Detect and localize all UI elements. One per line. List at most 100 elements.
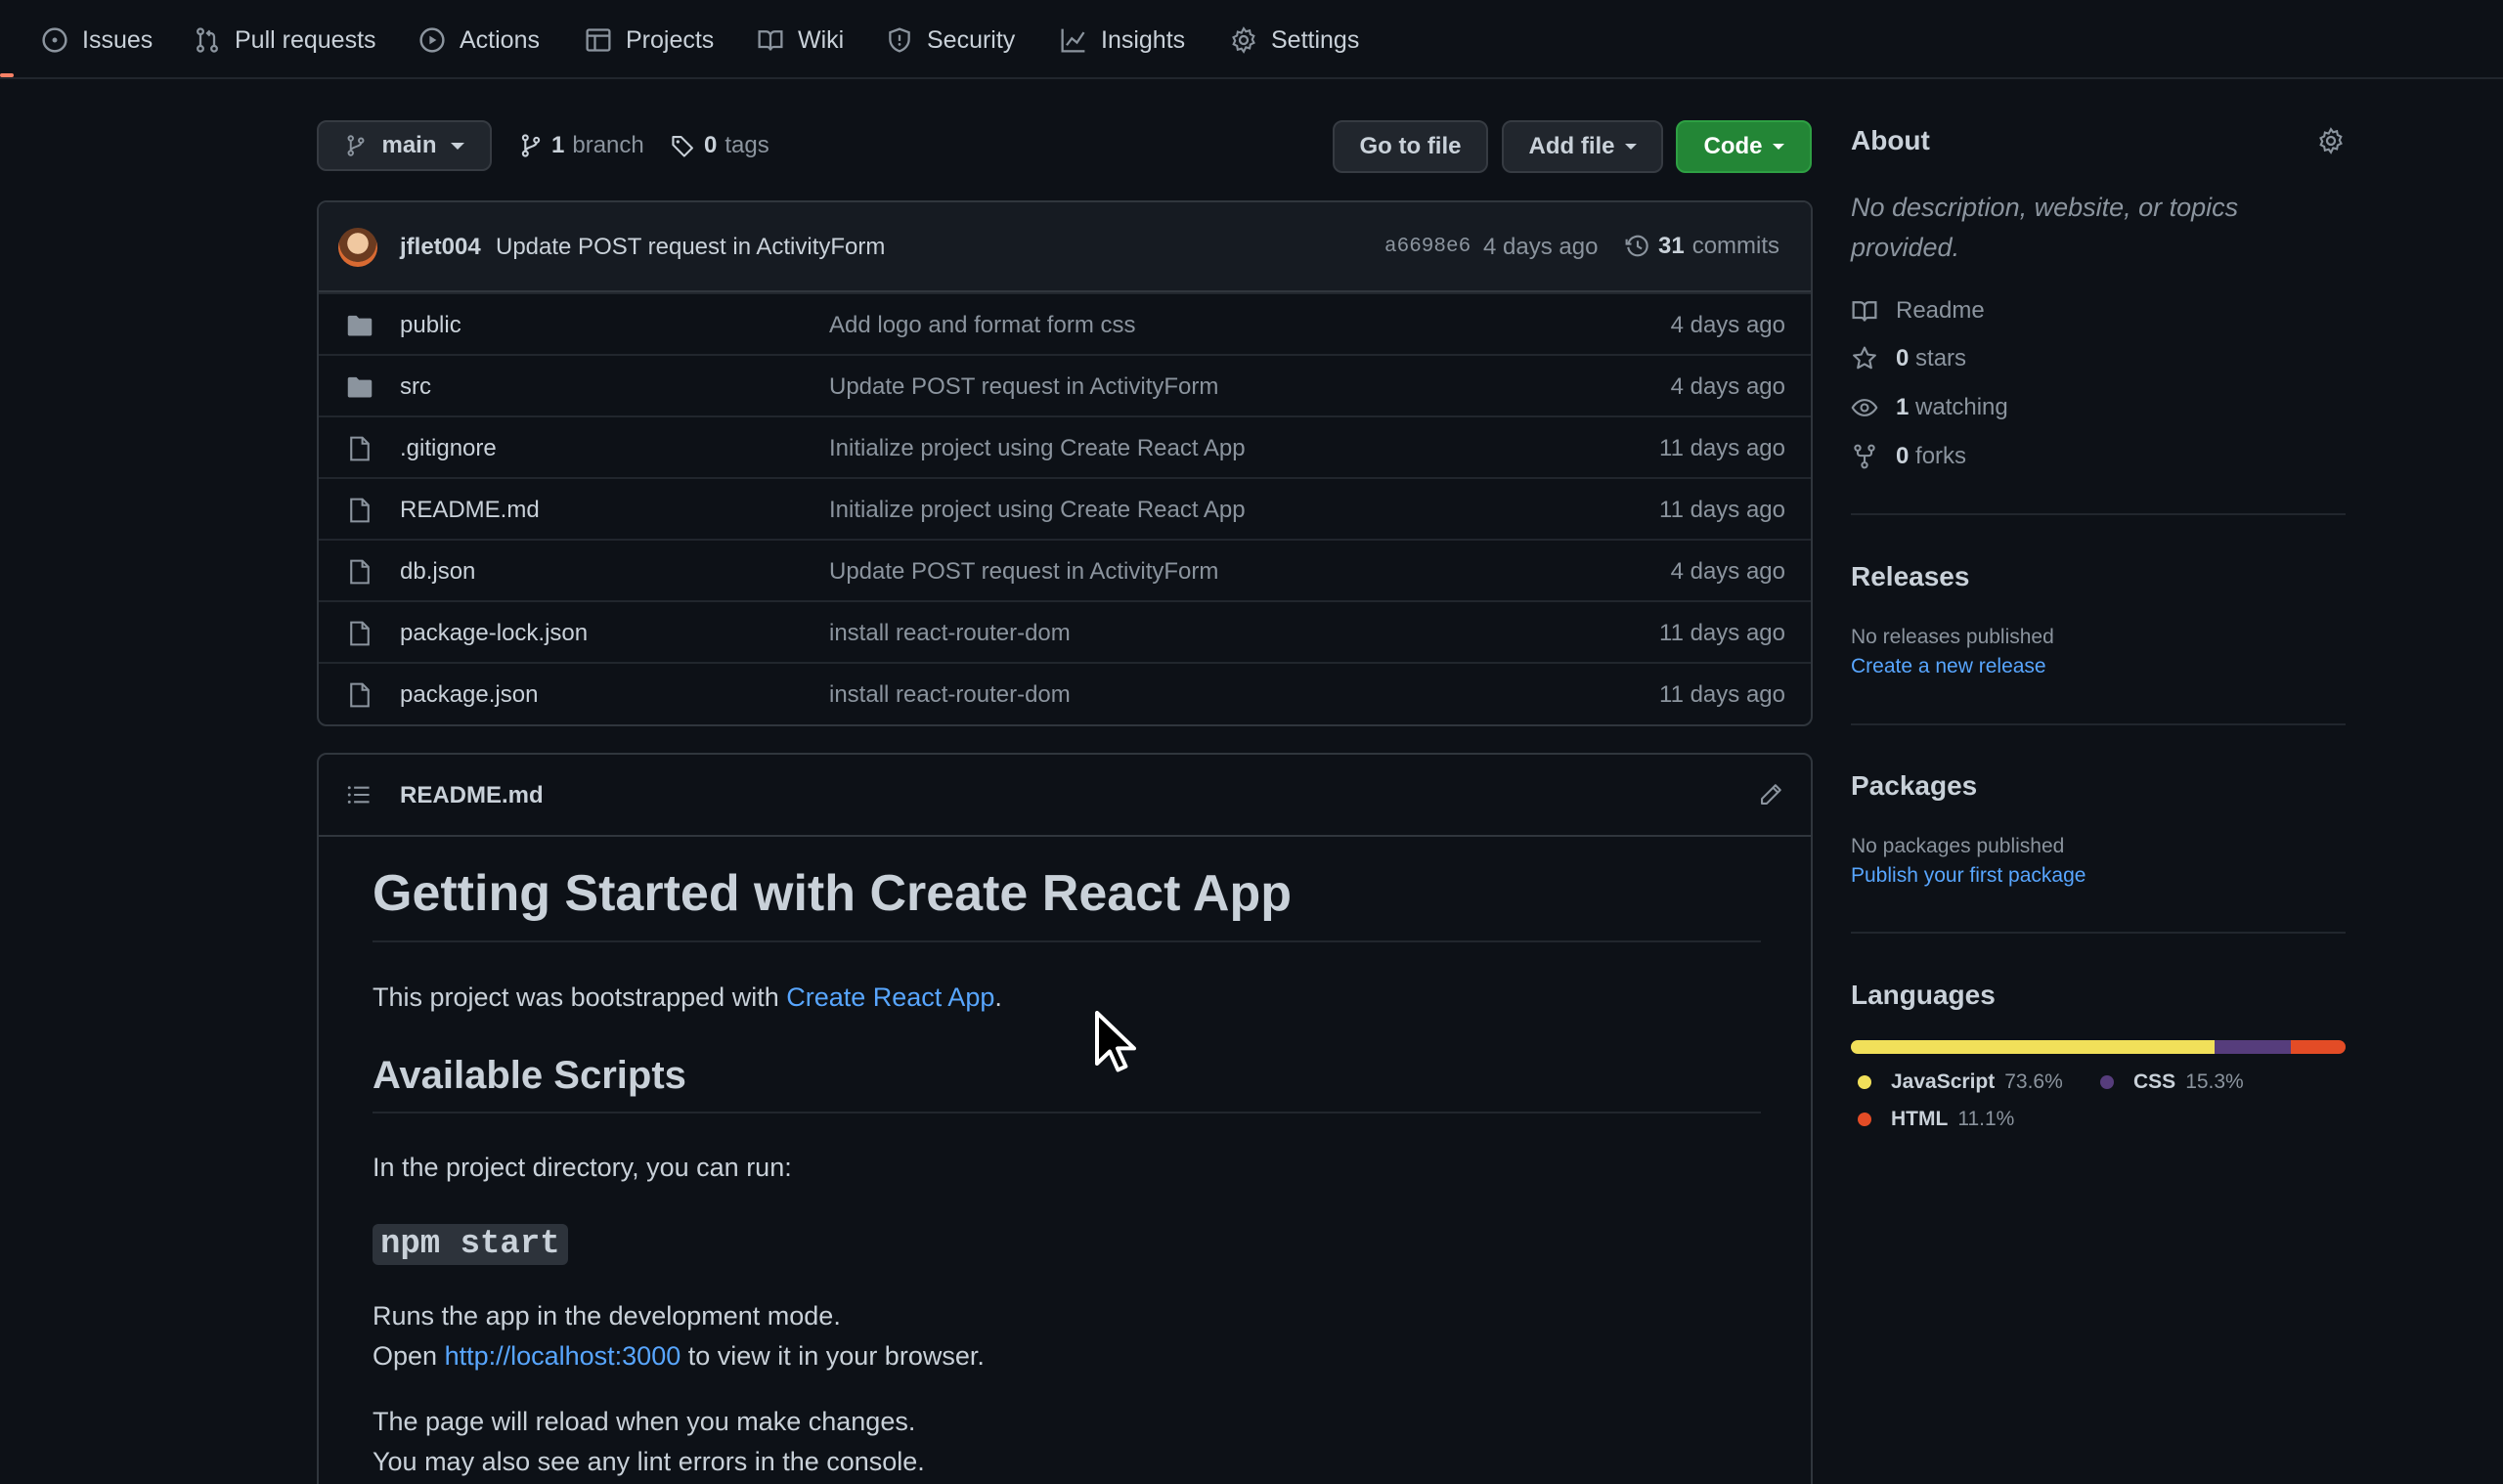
file-commit-message[interactable]: install react-router-dom: [829, 681, 1071, 709]
chevron-down-icon: [450, 142, 464, 150]
file-name[interactable]: package-lock.json: [400, 620, 588, 647]
stars-link[interactable]: 0 stars: [1851, 342, 1966, 375]
file-commit-message[interactable]: Add logo and format form css: [829, 312, 1135, 339]
commit-author[interactable]: jflet004: [400, 234, 481, 261]
file-row[interactable]: package-lock.json install react-router-d…: [319, 600, 1811, 662]
intro-text: This project was bootstrapped with: [373, 982, 787, 1012]
language-percent: 73.6%: [2004, 1070, 2063, 1093]
tab-label: Wiki: [798, 25, 845, 54]
file-row[interactable]: db.json Update POST request in ActivityF…: [319, 539, 1811, 600]
tab-pull-requests[interactable]: Pull requests: [194, 22, 376, 59]
readme-filename[interactable]: README.md: [400, 782, 544, 809]
file-row[interactable]: .gitignore Initialize project using Crea…: [319, 415, 1811, 477]
file-name[interactable]: public: [400, 312, 461, 339]
file-icon: [350, 498, 370, 523]
avatar[interactable]: [338, 228, 377, 267]
file-row[interactable]: README.md Initialize project using Creat…: [319, 477, 1811, 539]
readme-intro: This project was bootstrapped with Creat…: [373, 978, 1002, 1018]
tab-label: Projects: [626, 25, 715, 54]
file-name[interactable]: src: [400, 373, 431, 401]
chevron-down-icon: [1624, 144, 1637, 150]
about-heading: About: [1851, 125, 1930, 155]
file-commit-message[interactable]: Initialize project using Create React Ap…: [829, 497, 1246, 524]
sidebar-divider: [1851, 513, 2346, 515]
language-color-dot: [2100, 1075, 2114, 1089]
file-age: 11 days ago: [1659, 435, 1785, 461]
code-button[interactable]: Code: [1676, 120, 1812, 173]
language-item-javascript[interactable]: JavaScript 73.6%: [1858, 1068, 2063, 1097]
commit-message[interactable]: Update POST request in ActivityForm: [496, 234, 885, 261]
commit-sha[interactable]: a6698e6: [1384, 236, 1471, 258]
list-unordered-icon[interactable]: [346, 782, 372, 807]
about-description: No description, website, or topics provi…: [1851, 193, 2239, 262]
file-name[interactable]: package.json: [400, 681, 538, 709]
watching-link[interactable]: 1 watching: [1851, 391, 2008, 424]
file-name[interactable]: db.json: [400, 558, 475, 586]
file-age: 4 days ago: [1670, 558, 1785, 585]
readme-label: Readme: [1896, 297, 1985, 324]
file-name[interactable]: README.md: [400, 497, 540, 524]
localhost-link[interactable]: http://localhost:3000: [445, 1341, 681, 1371]
forks-link[interactable]: 0 forks: [1851, 440, 1966, 473]
stars-count: 0: [1896, 345, 1910, 371]
readme-run-text: In the project directory, you can run:: [373, 1153, 792, 1182]
tab-wiki[interactable]: Wiki: [757, 22, 844, 59]
watching-label: watching: [1915, 394, 2008, 420]
readme-link[interactable]: Readme: [1851, 294, 1985, 327]
star-icon: [1853, 346, 1876, 370]
tab-actions[interactable]: Actions: [418, 22, 540, 59]
file-age: 11 days ago: [1659, 497, 1785, 523]
packages-empty-text: No packages published: [1851, 835, 2065, 857]
create-react-app-link[interactable]: Create React App: [786, 982, 994, 1012]
add-file-button[interactable]: Add file: [1502, 120, 1663, 173]
file-commit-message[interactable]: install react-router-dom: [829, 620, 1071, 647]
file-row[interactable]: src Update POST request in ActivityForm …: [319, 354, 1811, 415]
releases-heading[interactable]: Releases: [1851, 561, 2346, 592]
language-bar-segment[interactable]: [1851, 1040, 2216, 1054]
folder-icon: [347, 315, 373, 336]
tab-security[interactable]: Security: [886, 22, 1015, 59]
language-item-css[interactable]: CSS 15.3%: [2100, 1068, 2244, 1097]
pencil-icon[interactable]: [1758, 782, 1783, 807]
add-file-label: Add file: [1528, 133, 1615, 159]
publish-package-link[interactable]: Publish your first package: [1851, 864, 2086, 888]
file-commit-message[interactable]: Update POST request in ActivityForm: [829, 558, 1218, 586]
gear-icon: [1232, 26, 1255, 54]
branch-label: branch: [572, 132, 644, 158]
packages-heading[interactable]: Packages: [1851, 770, 2346, 802]
file-commit-message[interactable]: Initialize project using Create React Ap…: [829, 435, 1246, 462]
branch-name: main: [381, 132, 437, 158]
branches-link[interactable]: 1 branch: [518, 127, 644, 164]
tab-issues[interactable]: Issues: [41, 22, 153, 59]
create-release-link[interactable]: Create a new release: [1851, 655, 2046, 678]
file-age: 4 days ago: [1670, 312, 1785, 338]
tab-settings[interactable]: Settings: [1230, 22, 1359, 59]
gear-icon[interactable]: [2317, 127, 2345, 154]
file-name[interactable]: .gitignore: [400, 435, 497, 462]
languages-heading: Languages: [1851, 980, 1996, 1010]
forks-count: 0: [1896, 443, 1910, 469]
folder-icon: [347, 376, 373, 398]
book-icon: [758, 30, 783, 51]
tab-insights[interactable]: Insights: [1060, 22, 1185, 59]
tab-projects[interactable]: Projects: [585, 22, 714, 59]
latest-commit-bar: jflet004 Update POST request in Activity…: [319, 202, 1811, 292]
language-bar: [1851, 1040, 2346, 1054]
file-age: 11 days ago: [1659, 620, 1785, 646]
commit-count: 31: [1658, 233, 1685, 259]
commits-link[interactable]: 31 commits: [1625, 230, 1779, 263]
language-item-html[interactable]: HTML 11.1%: [1858, 1105, 2014, 1134]
language-bar-segment[interactable]: [2290, 1040, 2346, 1054]
open-text-end: to view it in your browser.: [681, 1341, 985, 1371]
file-row[interactable]: package.json install react-router-dom 11…: [319, 662, 1811, 723]
git-branch-icon: [521, 134, 541, 157]
git-branch-icon: [348, 135, 365, 156]
releases-empty-text: No releases published: [1851, 626, 2054, 648]
file-row[interactable]: public Add logo and format form css 4 da…: [319, 292, 1811, 354]
file-commit-message[interactable]: Update POST request in ActivityForm: [829, 373, 1218, 401]
tags-link[interactable]: 0 tags: [671, 127, 769, 164]
go-to-file-button[interactable]: Go to file: [1333, 120, 1488, 173]
readme-dev-text: Runs the app in the development mode. Op…: [373, 1296, 985, 1376]
language-bar-segment[interactable]: [2215, 1040, 2291, 1054]
branch-select-button[interactable]: main: [317, 120, 492, 171]
